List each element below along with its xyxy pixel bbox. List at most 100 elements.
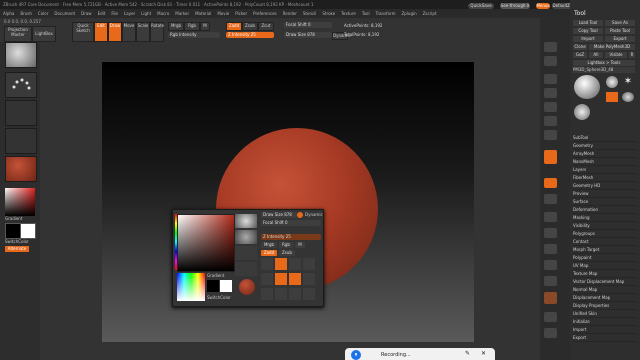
subpanel-export[interactable]: Export [573,334,637,342]
popup-color-spectrum[interactable] [177,273,205,301]
menu-item[interactable]: Layer [124,11,135,16]
secondary-color-swatch[interactable] [20,223,36,239]
pause-icon[interactable]: ⏸ [351,350,361,360]
paste-tool-button[interactable]: Paste Tool [605,28,635,34]
menu-item[interactable]: File [111,11,118,16]
subpanel-display-properties[interactable]: Display Properties [573,302,637,310]
menu-item[interactable]: Document [54,11,75,16]
move-view-button[interactable] [544,228,557,238]
mrgb-button[interactable]: Mrgb [168,22,184,31]
main-color-swatch[interactable] [5,223,21,239]
pen-icon[interactable]: ✎ [465,350,470,357]
menu-item[interactable]: Preferences [253,11,277,16]
menu-item[interactable]: Draw [81,11,91,16]
close-icon[interactable]: ✕ [481,350,486,357]
popup-mrgb-button[interactable]: Mrgb [261,242,277,248]
zoom-button[interactable] [544,74,557,84]
menu-item[interactable]: Zplugin [402,11,417,16]
popup-alpha-thumb[interactable] [235,262,257,276]
subpanel-polypaint[interactable]: Polypaint [573,254,637,262]
subpanel-import[interactable]: Import [573,326,637,334]
polyf-button[interactable] [544,292,557,304]
import-button[interactable]: Import [573,36,603,42]
menu-item[interactable]: Movie [217,11,229,16]
frame-button[interactable] [544,212,557,222]
bpr-button[interactable] [544,42,557,52]
menu-item[interactable]: Texture [341,11,356,16]
popup-focal-shift-slider[interactable]: Focal Shift 0 [261,220,321,226]
focal-shift-slider[interactable]: Focal Shift 0 [284,22,332,28]
menu-item[interactable]: Light [141,11,151,16]
subpanel-initialize[interactable]: Initialize [573,318,637,326]
zsub-button[interactable]: Zsub [242,22,258,31]
popup-draw-size-slider[interactable]: Draw Size 878 [261,212,297,218]
draw-button[interactable]: Draw [108,22,122,42]
menu-item[interactable]: Color [38,11,48,16]
menu-item[interactable]: Tool [362,11,370,16]
r-button[interactable]: R [629,52,635,58]
z-intensity-slider[interactable]: Z Intensity 25 [226,32,274,38]
popup-grid-icon[interactable] [261,288,273,300]
polymesh-icon[interactable] [606,92,618,102]
subpanel-deformation[interactable]: Deformation [573,206,637,214]
all-button[interactable]: All [589,52,603,58]
subpanel-morph-target[interactable]: Morph Target [573,246,637,254]
linefill-button[interactable] [544,276,557,286]
move-button[interactable]: Move [122,22,136,42]
popup-switch-color[interactable]: SwitchColor [207,295,231,300]
spix-button[interactable] [544,56,557,66]
subpanel-visibility[interactable]: Visibility [573,222,637,230]
quicksave-button[interactable]: QuickSave [468,3,494,9]
simple-brush-icon[interactable]: ✶ [622,76,634,88]
projection-master-button[interactable]: Projection Master [4,26,32,42]
aahalf-button[interactable] [544,102,557,112]
menu-item[interactable]: Stencil [303,11,317,16]
alpha-thumbnail[interactable] [5,100,37,126]
lightbox-button[interactable]: LightBox [32,26,56,42]
xyz-button[interactable] [544,178,557,188]
subpanel-texture-map[interactable]: Texture Map [573,270,637,278]
tool-thumb-small[interactable] [574,104,590,120]
color-picker[interactable] [5,188,35,216]
see-through-slider[interactable]: See-through 0 [500,3,530,9]
menu-item[interactable]: Macro [157,11,169,16]
menu-item[interactable]: Edit [98,11,106,16]
popup-brush-alt-thumb[interactable] [235,230,257,244]
menu-item[interactable]: Brush [20,11,32,16]
popup-rotate-icon[interactable] [261,273,273,285]
save-as-button[interactable]: Save As [605,20,635,26]
popup-local-icon[interactable] [303,273,315,285]
ghost-button[interactable] [544,328,557,338]
visible-button[interactable]: Visible [605,52,627,58]
popup-zsub-button[interactable]: Zsub [279,250,295,256]
popup-z-intensity-slider[interactable]: Z Intensity 25 [261,234,321,240]
popup-edit-icon[interactable] [261,258,273,270]
subpanel-contact[interactable]: Contact [573,238,637,246]
subpanel-normal-map[interactable]: Normal Map [573,286,637,294]
popup-stroke-thumb[interactable] [235,246,257,260]
goz-button[interactable]: GoZ [573,52,587,58]
popup-solo-icon[interactable] [303,288,315,300]
popup-xyz-icon[interactable] [289,273,301,285]
rgb-button[interactable]: Rgb [184,22,200,31]
m-button[interactable]: M [200,22,210,31]
subpanel-geometry[interactable]: Geometry [573,142,637,150]
popup-frame-icon[interactable] [275,273,287,285]
menu-item[interactable]: Zscript [423,11,437,16]
rotate3d-button[interactable] [544,260,557,270]
subpanel-masking[interactable]: Masking [573,214,637,222]
menu-item[interactable]: Picker [235,11,247,16]
edit-button[interactable]: Edit [94,22,108,42]
menu-item[interactable]: Alpha [3,11,14,16]
menu-item[interactable]: Marker [175,11,189,16]
lightbox-tools-button[interactable]: Lightbox > Tools [573,60,635,66]
export-button[interactable]: Export [605,36,635,42]
texture-thumbnail[interactable] [5,128,37,154]
popup-move-icon[interactable] [289,258,301,270]
rotate-button[interactable]: Rotate [150,22,164,42]
load-tool-button[interactable]: Load Tool [573,20,603,26]
actual-button[interactable] [544,88,557,98]
subpanel-preview[interactable]: Preview [573,190,637,198]
popup-zadd-button[interactable]: Zadd [261,250,277,256]
popup-color-square[interactable] [177,214,235,272]
